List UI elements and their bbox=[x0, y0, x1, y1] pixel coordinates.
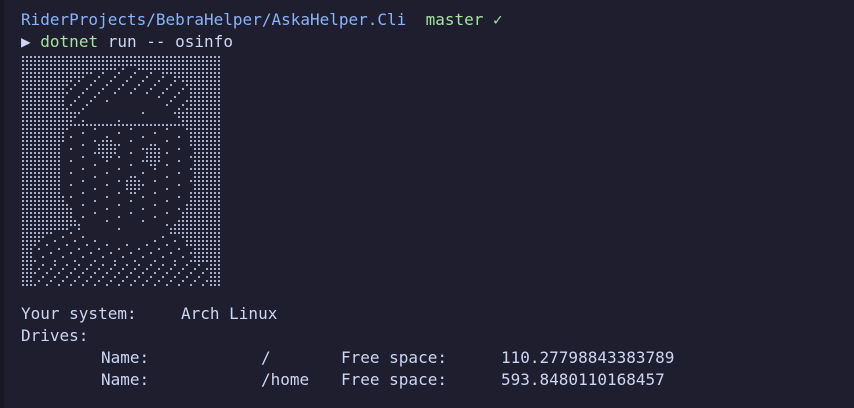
current-path: RiderProjects/BebraHelper/AskaHelper.Cli bbox=[21, 10, 407, 29]
command-name: dotnet bbox=[40, 32, 99, 51]
drive-free-value: 110.27798843383789 bbox=[501, 348, 675, 367]
drives-row: Drives: bbox=[21, 325, 854, 347]
braille-portrait-art bbox=[21, 55, 221, 295]
prompt-arrow-icon: ▶ bbox=[21, 32, 31, 51]
drive-name-label: Name: bbox=[101, 370, 150, 389]
drive-row: Name: / Free space: 110.27798843383789 bbox=[21, 347, 854, 369]
git-branch: master bbox=[425, 10, 484, 29]
drive-free-label: Free space: bbox=[341, 348, 447, 367]
prompt-line: RiderProjects/BebraHelper/AskaHelper.Cli… bbox=[21, 9, 854, 31]
drive-name: /home bbox=[261, 370, 310, 389]
drive-free-label: Free space: bbox=[341, 370, 447, 389]
terminal-left-edge bbox=[0, 0, 4, 408]
drive-row: Name: /home Free space: 593.848011016845… bbox=[21, 369, 854, 391]
drives-label: Drives: bbox=[21, 326, 89, 345]
system-value: Arch Linux bbox=[181, 304, 278, 323]
system-row: Your system: Arch Linux bbox=[21, 303, 854, 325]
terminal-window[interactable]: RiderProjects/BebraHelper/AskaHelper.Cli… bbox=[0, 0, 854, 408]
check-icon: ✓ bbox=[493, 10, 503, 29]
command-arguments: run -- osinfo bbox=[107, 32, 233, 51]
drive-name: / bbox=[261, 348, 271, 367]
drive-free-value: 593.8480110168457 bbox=[501, 370, 665, 389]
drive-name-label: Name: bbox=[101, 348, 150, 367]
command-line[interactable]: ▶ dotnet run -- osinfo bbox=[21, 31, 854, 53]
system-label: Your system: bbox=[21, 304, 137, 323]
